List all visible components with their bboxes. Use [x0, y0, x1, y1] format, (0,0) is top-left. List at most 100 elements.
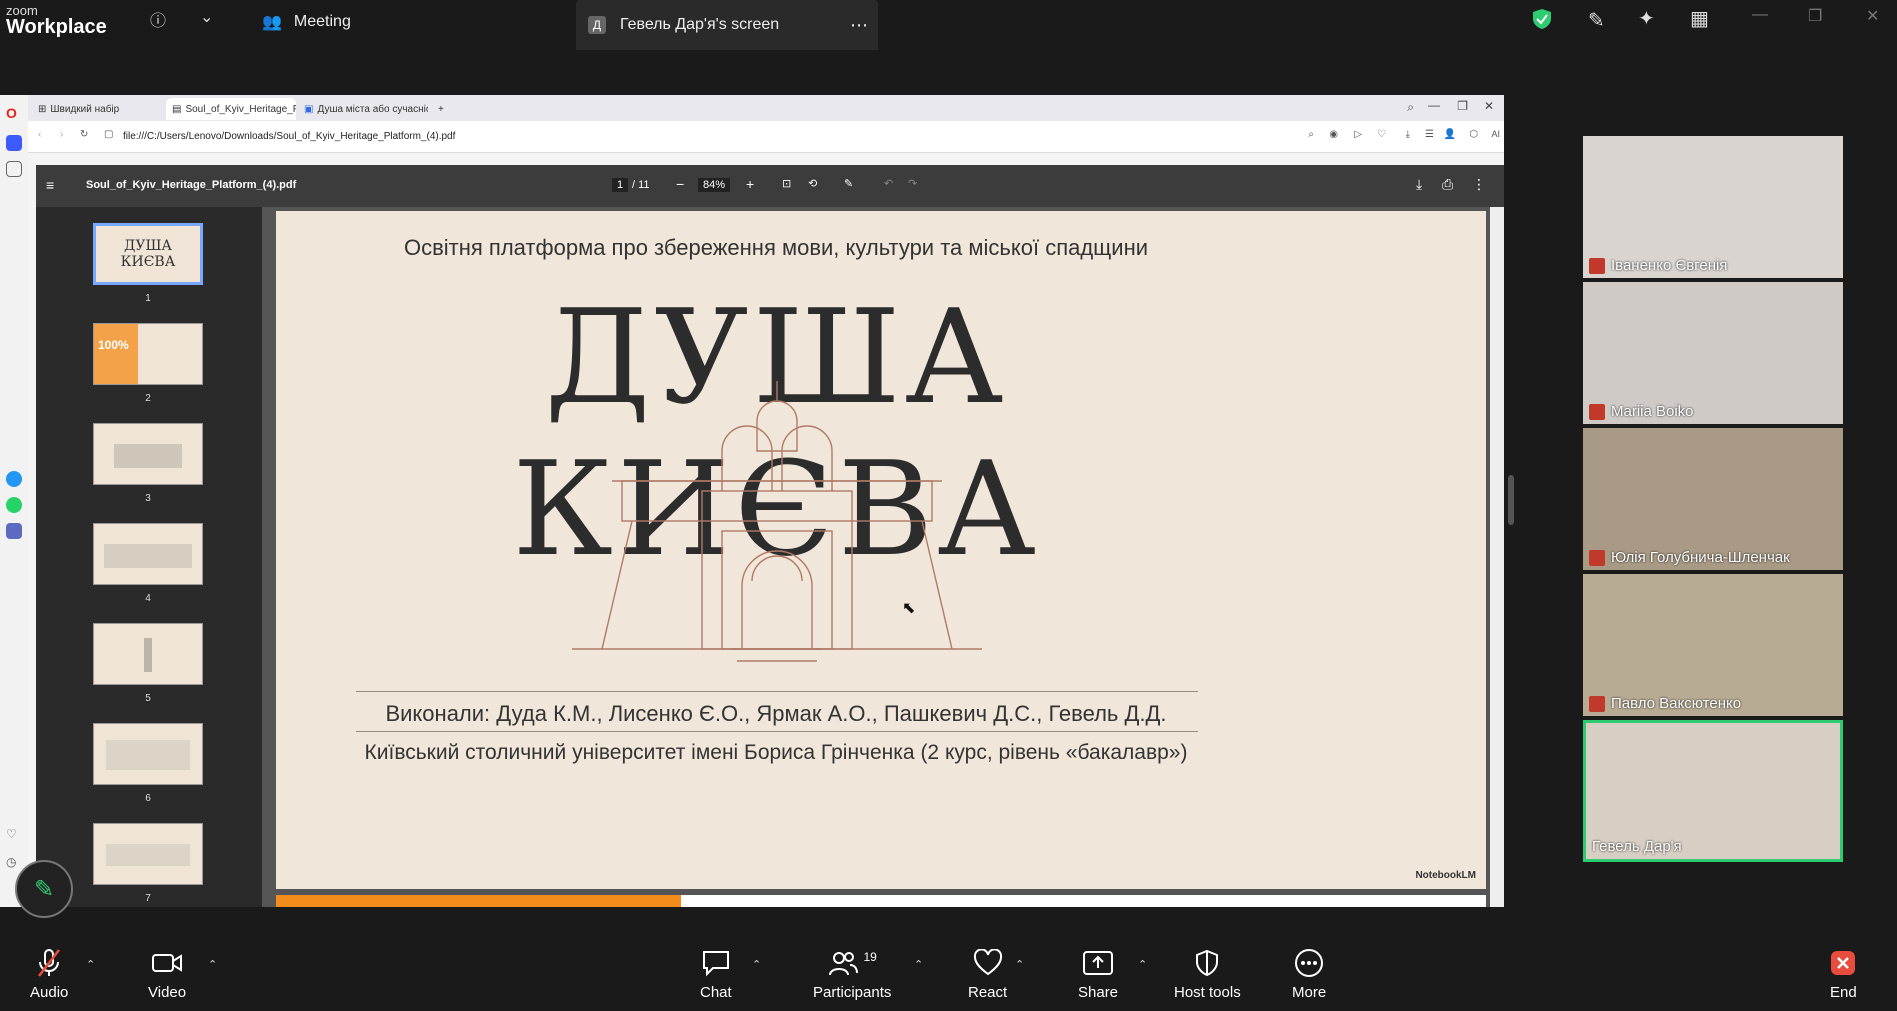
shared-screen-tab[interactable]: Д Гевель Дар'я's screen ⋯ [576, 0, 878, 50]
forward-icon[interactable]: › [60, 129, 63, 140]
view-layout-icon[interactable]: ▦ [1690, 6, 1709, 31]
camera-icon[interactable]: ◉ [1329, 129, 1338, 140]
chat-bubble-icon [701, 948, 731, 978]
tab-speed-dial[interactable]: ⊞ Швидкий набір [32, 98, 142, 120]
discord-icon[interactable] [6, 523, 22, 539]
cube-icon[interactable]: ⬡ [1469, 129, 1478, 140]
history-icon[interactable]: ◷ [6, 855, 22, 871]
redo-icon[interactable]: ↷ [908, 177, 917, 190]
thumbnail-6[interactable] [93, 723, 203, 785]
minimize-icon[interactable]: — [1428, 98, 1440, 112]
video-tile-1[interactable]: Іваненко Євгенія [1583, 136, 1843, 278]
page-total: / 11 [632, 179, 650, 191]
whatsapp-icon[interactable] [6, 497, 22, 513]
react-caret-icon[interactable]: ⌃ [1015, 958, 1024, 971]
reload-icon[interactable]: ↻ [80, 129, 88, 140]
name-text: Mariia Boiko [1611, 403, 1694, 420]
video-caret-icon[interactable]: ⌃ [208, 958, 217, 971]
more-vert-icon[interactable]: ⋮ [1472, 176, 1486, 193]
close-icon[interactable]: ✕ [1866, 6, 1879, 26]
print-icon[interactable]: ⎙ [1442, 176, 1453, 193]
favorite-icon[interactable]: ♡ [1377, 129, 1386, 140]
more-button[interactable]: More [1292, 948, 1326, 1001]
new-tab-button[interactable]: + [432, 98, 454, 120]
profile-icon[interactable]: 👤 [1444, 129, 1456, 140]
heart-icon[interactable]: ♡ [6, 827, 22, 843]
video-tile-4[interactable]: Павло Ваксютенко [1583, 574, 1843, 716]
chevron-down-icon[interactable]: ⌄ [200, 7, 213, 27]
thumbnail-2[interactable]: 100% [93, 323, 203, 385]
participants-button[interactable]: 19 Participants [813, 948, 891, 1001]
thumbnail-3[interactable] [93, 423, 203, 485]
thumbnail-panel: ДУША КИЄВА 1 100% 2 3 4 5 6 7 [36, 207, 262, 907]
close-icon[interactable]: ✕ [1484, 99, 1494, 113]
tab-soul-city[interactable]: ▣ Душа міста або сучасніс [298, 98, 428, 120]
page-number-input[interactable]: 1 [612, 178, 629, 192]
thumbnail-4[interactable] [93, 523, 203, 585]
restore-icon[interactable]: ❐ [1457, 99, 1468, 113]
next-page-strip [276, 895, 1486, 907]
zoom-out-button[interactable]: − [676, 176, 684, 192]
home-icon[interactable] [6, 135, 22, 151]
menu-icon[interactable]: ≡ [46, 177, 54, 193]
thumbnail-1[interactable]: ДУША КИЄВА [93, 223, 203, 285]
download-icon[interactable]: ⤓ [1406, 129, 1410, 140]
video-tile-3[interactable]: Юлія Голубнича-Шленчак [1583, 428, 1843, 570]
tab-pdf[interactable]: ▤ Soul_of_Kyiv_Heritage_Pla [166, 98, 296, 120]
back-icon[interactable]: ‹ [38, 129, 41, 140]
thumbnail-number: 1 [145, 293, 151, 304]
share-button[interactable]: Share [1078, 948, 1118, 1001]
chat-caret-icon[interactable]: ⌃ [752, 958, 761, 971]
more-options-icon[interactable]: ⋯ [850, 15, 868, 36]
restore-icon[interactable]: ❐ [1808, 6, 1822, 26]
audio-button[interactable]: Audio [30, 948, 68, 1001]
pdf-toolbar: ≡ Soul_of_Kyiv_Heritage_Platform_(4).pdf… [36, 165, 1504, 207]
chat-label: Chat [700, 984, 732, 1001]
browser-tab-strip: ⊞ Швидкий набір ▤ Soul_of_Kyiv_Heritage_Pl… [28, 95, 1504, 121]
chat-button[interactable]: Chat [700, 948, 732, 1001]
find-icon[interactable]: ⌕ [1308, 129, 1314, 140]
pdf-scrollbar[interactable] [1490, 207, 1504, 907]
gallery-resize-handle[interactable] [1508, 475, 1514, 525]
minimize-icon[interactable]: — [1752, 6, 1768, 24]
react-button[interactable]: React [968, 948, 1007, 1001]
zoom-in-button[interactable]: + [746, 176, 754, 192]
info-icon[interactable]: ⓘ [150, 7, 166, 31]
pdf-filename: Soul_of_Kyiv_Heritage_Platform_(4).pdf [86, 179, 297, 191]
opera-logo-icon[interactable]: O [6, 105, 22, 121]
search-icon[interactable]: ⌕ [1407, 100, 1414, 115]
muted-microphone-icon [36, 948, 62, 978]
video-tile-5-speaking[interactable]: Гевель Дар'я [1583, 720, 1843, 862]
thumbnail-7[interactable] [93, 823, 203, 885]
zoom-input[interactable]: 84% [698, 178, 731, 192]
meeting-menu[interactable]: 👥 Meeting [262, 12, 351, 32]
annotate-pencil-icon[interactable]: ✎ [1588, 8, 1605, 33]
bookmarks-icon[interactable] [6, 161, 22, 177]
download-icon[interactable]: ⤓ [1416, 176, 1422, 193]
thumbnail-5[interactable] [93, 623, 203, 685]
url-field[interactable]: file:///C:/Users/Lenovo/Downloads/Soul_o… [123, 131, 455, 142]
ai-button[interactable]: AI [1491, 129, 1500, 139]
video-tile-2[interactable]: Mariia Boiko [1583, 282, 1843, 424]
host-tools-button[interactable]: Host tools [1174, 948, 1241, 1001]
play-icon[interactable]: ▷ [1354, 129, 1362, 140]
annotate-fab-icon[interactable]: ✎ [15, 860, 73, 918]
extensions-icon[interactable]: ☰ [1425, 129, 1434, 140]
participants-caret-icon[interactable]: ⌃ [914, 958, 923, 971]
shield-icon[interactable] [1531, 8, 1553, 30]
page-icon: ▣ [304, 103, 314, 115]
video-button[interactable]: Video [148, 948, 186, 1001]
audio-caret-icon[interactable]: ⌃ [86, 958, 95, 971]
slide-university: Київський столичний університет імені Бо… [364, 741, 1188, 764]
annotate-icon[interactable]: ✎ [844, 177, 853, 190]
participant-name: Іваненко Євгенія [1589, 257, 1727, 274]
end-meeting-button[interactable]: End [1830, 948, 1857, 1001]
rotate-icon[interactable]: ⟲ [808, 177, 817, 190]
undo-icon[interactable]: ↶ [884, 177, 893, 190]
end-label: End [1830, 984, 1857, 1001]
thumbnail-number: 6 [145, 793, 151, 804]
ai-companion-icon[interactable]: ✦ [1638, 6, 1655, 31]
fit-page-icon[interactable]: ⊡ [782, 177, 791, 190]
share-caret-icon[interactable]: ⌃ [1138, 958, 1147, 971]
messenger-icon[interactable] [6, 471, 22, 487]
